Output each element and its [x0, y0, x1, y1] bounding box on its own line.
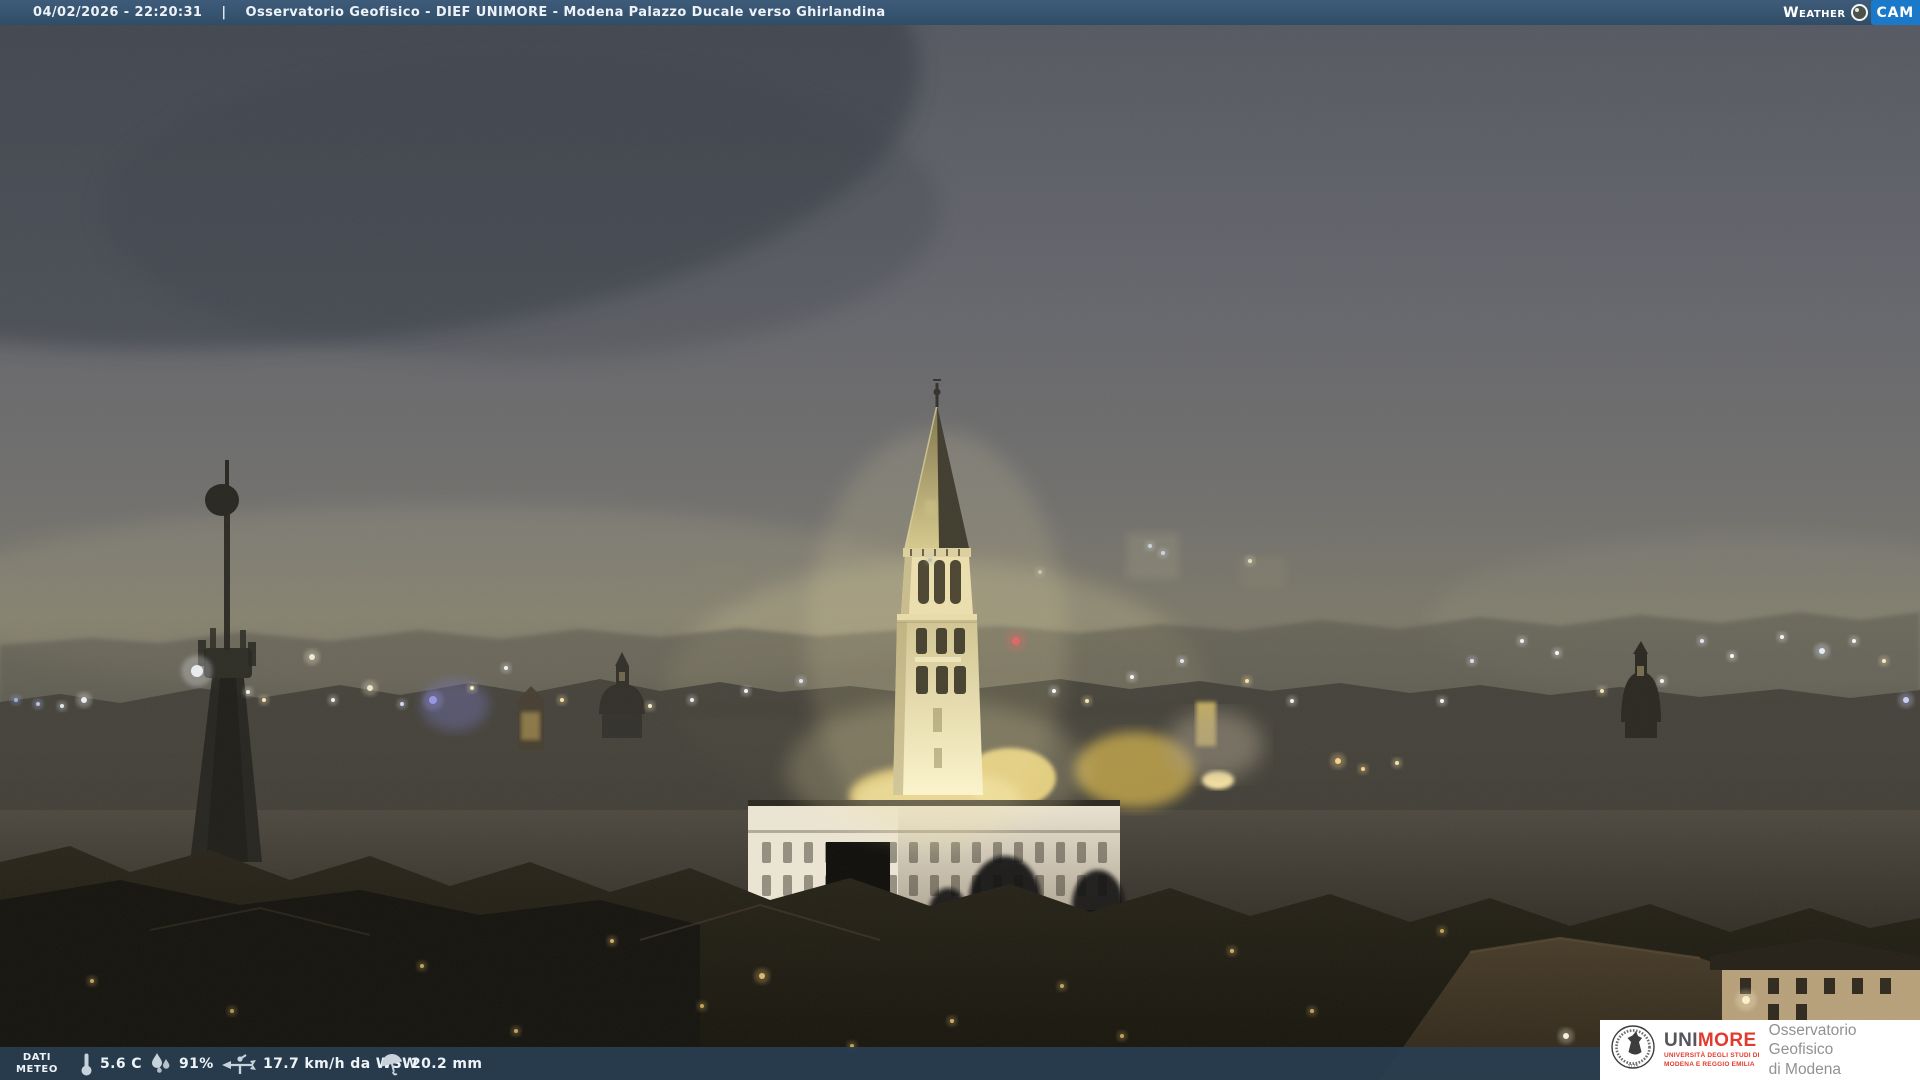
- rain-readout: 20.2 mm: [380, 1047, 482, 1080]
- thermometer-icon: [80, 1052, 93, 1076]
- unimore-wordmark: UNIMORE UNIVERSITÀ DEGLI STUDI DI MODENA…: [1664, 1031, 1760, 1069]
- meteo-line: METEO: [16, 1064, 58, 1076]
- webcam-photo: [0, 0, 1920, 1080]
- temperature-value: 5.6 C: [100, 1056, 142, 1072]
- unimore-more: MORE: [1698, 1030, 1757, 1051]
- noise-overlay: [0, 0, 1920, 1080]
- university-line1: UNIVERSITÀ DEGLI STUDI DI: [1664, 1052, 1760, 1060]
- observatory-line2: di Modena: [1769, 1060, 1920, 1079]
- weather-cam-logo: Weather CAM: [1783, 0, 1920, 25]
- dati-meteo-label: DATI METEO: [16, 1047, 58, 1080]
- webcam-page: 04/02/2026 - 22:20:31 | Osservatorio Geo…: [0, 0, 1920, 1080]
- humidity-drops-icon: [150, 1053, 172, 1075]
- unimore-logo-box: 1175 UNIMORE UNIVERSITÀ DEGLI STUDI DI M…: [1600, 1020, 1920, 1080]
- rain-umbrella-icon: [377, 1049, 406, 1078]
- webcam-lens-icon: [1851, 4, 1868, 21]
- humidity-value: 91%: [179, 1056, 214, 1072]
- unimore-uni: UNI: [1664, 1030, 1698, 1051]
- header-bar: 04/02/2026 - 22:20:31 | Osservatorio Geo…: [0, 0, 1920, 25]
- observatory-name: Osservatorio Geofisico di Modena: [1769, 1021, 1920, 1079]
- weather-label: Weather: [1783, 5, 1845, 21]
- timestamp: 04/02/2026 - 22:20:31: [33, 5, 202, 20]
- lens-highlight: [1855, 8, 1859, 12]
- temperature-readout: 5.6 C: [80, 1047, 142, 1080]
- cam-badge: CAM: [1871, 0, 1920, 25]
- wind-vane-icon: [222, 1052, 256, 1076]
- rain-value: 20.2 mm: [411, 1056, 482, 1072]
- humidity-readout: 91%: [150, 1047, 214, 1080]
- seal-year: 1175: [1628, 1064, 1639, 1070]
- observatory-line1: Osservatorio Geofisico: [1769, 1021, 1920, 1060]
- camera-title: Osservatorio Geofisico - DIEF UNIMORE - …: [246, 5, 886, 20]
- dati-line: DATI: [23, 1052, 51, 1064]
- separator: |: [221, 5, 226, 20]
- university-line2: MODENA E REGGIO EMILIA: [1664, 1061, 1760, 1069]
- unimore-seal-icon: 1175: [1609, 1024, 1657, 1077]
